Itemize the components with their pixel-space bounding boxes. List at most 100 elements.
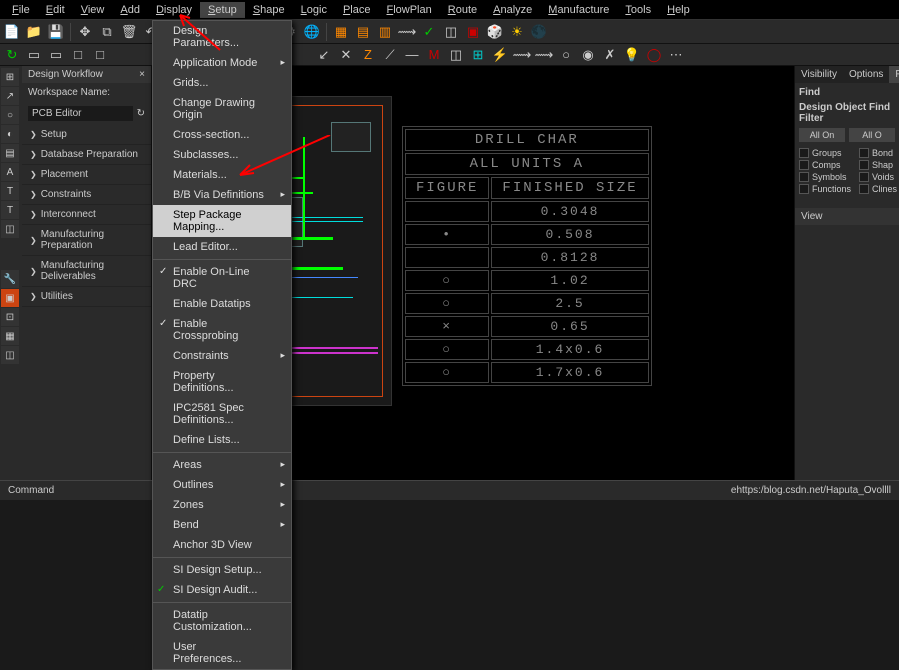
checkbox[interactable] xyxy=(799,172,809,182)
checkbox[interactable] xyxy=(799,160,809,170)
copy-icon[interactable]: ⧉ xyxy=(97,22,117,42)
checkbox[interactable] xyxy=(859,172,869,182)
workflow-item[interactable]: ❯Database Preparation xyxy=(22,145,151,165)
wand-icon[interactable]: ⚡ xyxy=(490,45,510,65)
menu-manufacture[interactable]: Manufacture xyxy=(540,2,617,18)
menu-item[interactable]: Constraints xyxy=(153,346,291,366)
delete-icon[interactable]: 🗑 xyxy=(119,22,139,42)
menu-item[interactable]: Application Mode xyxy=(153,53,291,73)
menu-item[interactable]: Bend xyxy=(153,515,291,535)
left-icon-2[interactable]: ↗ xyxy=(1,87,19,105)
move-icon[interactable]: ✥ xyxy=(75,22,95,42)
M-icon[interactable]: M xyxy=(424,45,444,65)
menu-item[interactable]: IPC2581 Spec Definitions... xyxy=(153,398,291,430)
misc-icon[interactable]: ◫ xyxy=(441,22,461,42)
menu-item[interactable]: Lead Editor... xyxy=(153,237,291,257)
refresh-icon[interactable]: ↻ xyxy=(2,45,22,65)
menu-setup[interactable]: Setup xyxy=(200,2,245,18)
left-icon-8[interactable]: T xyxy=(1,201,19,219)
layer-icon[interactable]: ▤ xyxy=(353,22,373,42)
menu-edit[interactable]: Edit xyxy=(38,2,73,18)
menu-item[interactable]: Outlines xyxy=(153,475,291,495)
workflow-item[interactable]: ❯Manufacturing Deliverables xyxy=(22,256,151,287)
left-icon-1[interactable]: ⊞ xyxy=(1,68,19,86)
workflow-item[interactable]: ❯Placement xyxy=(22,165,151,185)
check-icon[interactable]: ✓ xyxy=(419,22,439,42)
workflow-item[interactable]: ❯Setup xyxy=(22,125,151,145)
rect2-icon[interactable]: ▭ xyxy=(46,45,66,65)
menu-place[interactable]: Place xyxy=(335,2,379,18)
arrow-icon[interactable]: ↙ xyxy=(314,45,334,65)
all-off-button[interactable]: All O xyxy=(849,128,895,142)
checkbox[interactable] xyxy=(799,184,809,194)
menu-file[interactable]: File xyxy=(4,2,38,18)
left-icon-10[interactable]: 🔧 xyxy=(1,270,19,288)
box-icon[interactable]: □ xyxy=(68,45,88,65)
menu-tools[interactable]: Tools xyxy=(617,2,659,18)
workflow-item[interactable]: ❯Constraints xyxy=(22,185,151,205)
menu-logic[interactable]: Logic xyxy=(293,2,335,18)
x-icon[interactable]: ✗ xyxy=(600,45,620,65)
route-icon[interactable]: ⟿ xyxy=(397,22,417,42)
refresh-icon[interactable]: ↻ xyxy=(137,108,145,119)
left-icon-6[interactable]: A xyxy=(1,163,19,181)
menu-item[interactable]: Anchor 3D View xyxy=(153,535,291,555)
more-icon[interactable]: ⋯ xyxy=(666,45,686,65)
menu-item[interactable]: Change Drawing Origin xyxy=(153,93,291,125)
dark-icon[interactable]: 🌑 xyxy=(529,22,549,42)
workflow-item[interactable]: ❯Manufacturing Preparation xyxy=(22,225,151,256)
menu-help[interactable]: Help xyxy=(659,2,698,18)
cam-icon[interactable]: ▣ xyxy=(463,22,483,42)
menu-add[interactable]: Add xyxy=(112,2,148,18)
menu-item[interactable]: Enable Crossprobing xyxy=(153,314,291,346)
workflow-item[interactable]: ❯Utilities xyxy=(22,287,151,307)
all-on-button[interactable]: All On xyxy=(799,128,845,142)
globe-icon[interactable]: 🌐 xyxy=(302,22,322,42)
close-icon[interactable]: × xyxy=(139,69,145,80)
menu-item[interactable]: Property Definitions... xyxy=(153,366,291,398)
die-icon[interactable]: 🎲 xyxy=(485,22,505,42)
checkbox[interactable] xyxy=(799,148,809,158)
menu-item[interactable]: Define Lists... xyxy=(153,430,291,450)
menu-item[interactable]: Step Package Mapping... xyxy=(153,205,291,237)
grid-icon[interactable]: ▦ xyxy=(331,22,351,42)
pad-icon[interactable]: ◉ xyxy=(578,45,598,65)
checkbox[interactable] xyxy=(859,184,869,194)
cross-icon[interactable]: ✕ xyxy=(336,45,356,65)
stop-icon[interactable]: ◯ xyxy=(644,45,664,65)
z-icon[interactable]: Z xyxy=(358,45,378,65)
menu-route[interactable]: Route xyxy=(440,2,485,18)
rect-icon[interactable]: ▭ xyxy=(24,45,44,65)
left-icon-13[interactable]: ▦ xyxy=(1,327,19,345)
menu-item[interactable]: Grids... xyxy=(153,73,291,93)
new-icon[interactable]: 📄 xyxy=(2,22,22,42)
menu-item[interactable]: Materials... xyxy=(153,165,291,185)
left-icon-12[interactable]: ⊡ xyxy=(1,308,19,326)
menu-item[interactable]: Design Parameters... xyxy=(153,21,291,53)
box2-icon[interactable]: □ xyxy=(90,45,110,65)
menu-item[interactable]: Zones xyxy=(153,495,291,515)
left-icon-3[interactable]: ○ xyxy=(1,106,19,124)
stack-icon[interactable]: ▥ xyxy=(375,22,395,42)
menu-item[interactable]: Areas xyxy=(153,455,291,475)
workspace-name[interactable]: PCB Editor xyxy=(28,106,133,121)
menu-analyze[interactable]: Analyze xyxy=(485,2,540,18)
tab-find[interactable]: Find xyxy=(889,66,899,83)
save-icon[interactable]: 💾 xyxy=(46,22,66,42)
light-icon[interactable]: 💡 xyxy=(622,45,642,65)
menu-display[interactable]: Display xyxy=(148,2,200,18)
tab-options[interactable]: Options xyxy=(843,66,889,83)
menu-item[interactable]: User Preferences... xyxy=(153,637,291,669)
workflow-item[interactable]: ❯Interconnect xyxy=(22,205,151,225)
menu-item[interactable]: SI Design Setup... xyxy=(153,560,291,580)
menu-flowplan[interactable]: FlowPlan xyxy=(378,2,439,18)
left-icon-11[interactable]: ▣ xyxy=(1,289,19,307)
line-icon[interactable]: — xyxy=(402,45,422,65)
checkbox[interactable] xyxy=(859,148,869,158)
menu-view[interactable]: View xyxy=(73,2,113,18)
sun-icon[interactable]: ☀ xyxy=(507,22,527,42)
tree-icon[interactable]: ⊞ xyxy=(468,45,488,65)
pkg-icon[interactable]: ◫ xyxy=(446,45,466,65)
left-icon-9[interactable]: ◫ xyxy=(1,220,19,238)
via-icon[interactable]: ○ xyxy=(556,45,576,65)
